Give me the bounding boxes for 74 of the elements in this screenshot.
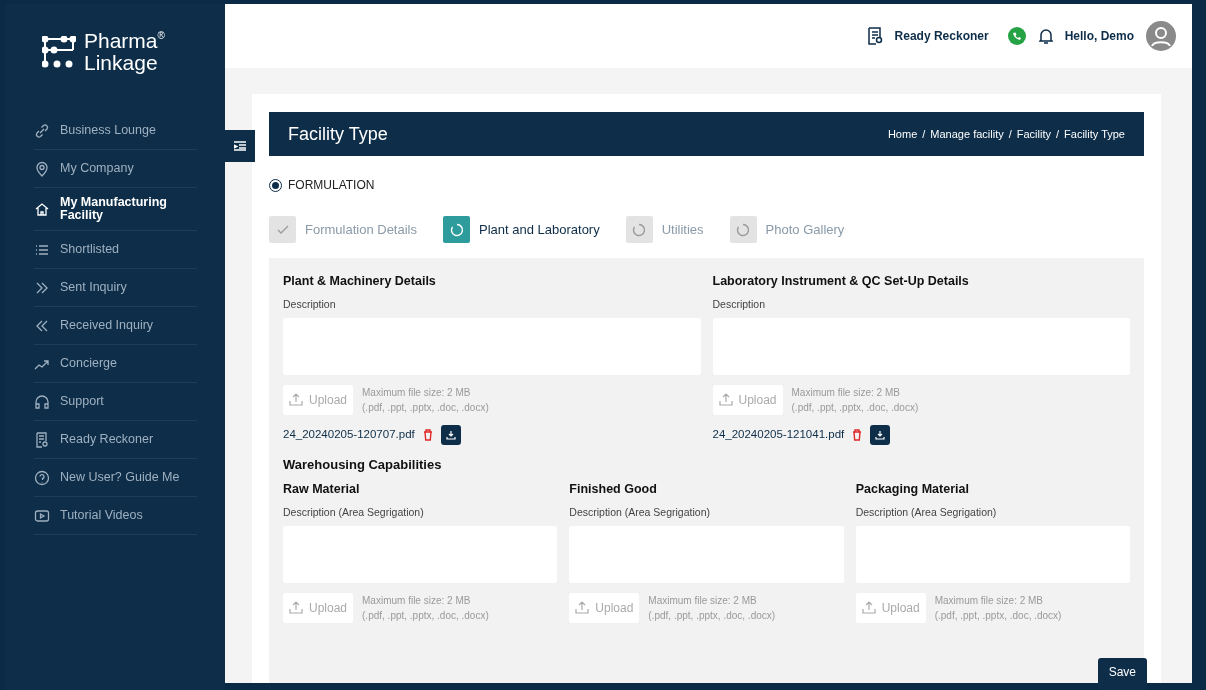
field-label: Description (Area Segrigation)	[283, 504, 425, 520]
user-greeting: Hello, Demo	[1064, 28, 1134, 45]
house-icon	[34, 201, 50, 217]
play-icon	[34, 507, 50, 524]
file-size-hint: Maximum file size: 2 MB	[362, 593, 472, 608]
radio-label: FORMULATION	[288, 177, 375, 194]
sidebar-item[interactable]: Concierge	[34, 345, 197, 383]
download-button[interactable]	[440, 424, 461, 445]
progress-step[interactable]: Plant and Laboratory	[443, 216, 600, 243]
sidebar-item[interactable]: Support	[34, 383, 197, 421]
upload-icon	[289, 393, 303, 406]
sidebar-item[interactable]: Ready Reckoner	[34, 421, 197, 459]
document-icon	[34, 431, 50, 448]
download-button[interactable]	[870, 424, 891, 445]
file-types-hint: (.pdf, .ppt, .pptx, .doc, .docx)	[791, 400, 919, 415]
section-title: Warehousing Capabilities	[283, 455, 443, 474]
file-types-hint: (.pdf, .ppt, .pptx, .doc, .docx)	[362, 400, 489, 415]
subsection-title: Finished Good	[569, 481, 658, 498]
file-size-hint: Maximum file size: 2 MB	[934, 593, 1045, 608]
breadcrumb-separator: /	[1056, 126, 1060, 142]
trash-icon[interactable]	[422, 428, 433, 441]
section-title: Laboratory Instrument & QC Set-Up Details	[712, 273, 970, 290]
ready-reckoner-link[interactable]: Ready Reckoner	[894, 27, 989, 45]
page-title: Facility Type	[288, 122, 388, 146]
field-label: Description	[712, 296, 767, 312]
headphones-icon	[34, 393, 50, 410]
file-types-hint: (.pdf, .ppt, .pptx, .doc, .docx)	[362, 608, 489, 623]
subsection-title: Raw Material	[283, 481, 361, 498]
sidebar-item[interactable]: My Company	[34, 150, 197, 188]
file-size-hint: Maximum file size: 2 MB	[648, 593, 758, 608]
breadcrumb-link[interactable]: Facility Type	[1064, 125, 1125, 143]
download-icon	[875, 429, 886, 440]
file-size-hint: Maximum file size: 2 MB	[791, 385, 901, 400]
file-types-hint: (.pdf, .ppt, .pptx, .doc, .docx)	[648, 608, 776, 623]
sidebar-item[interactable]: Tutorial Videos	[34, 497, 197, 535]
file-types-hint: (.pdf, .ppt, .pptx, .doc, .docx)	[934, 608, 1062, 623]
collapse-menu-button[interactable]	[225, 130, 255, 162]
brand-name: Pharma	[84, 30, 158, 52]
chat-icon[interactable]	[1006, 26, 1027, 46]
trash-icon[interactable]	[852, 428, 863, 441]
location-pin-icon	[34, 160, 50, 177]
sidebar-item[interactable]: My Manufacturing Facility	[34, 188, 197, 231]
breadcrumb-link[interactable]: Manage facility	[930, 125, 1004, 143]
link-icon	[34, 122, 50, 139]
file-size-hint: Maximum file size: 2 MB	[362, 385, 472, 400]
section-title: Plant & Machinery Details	[283, 273, 437, 290]
breadcrumb-link[interactable]: Facility	[1016, 125, 1051, 143]
menu-icon	[234, 141, 246, 151]
field-label: Description (Area Segrigation)	[855, 504, 998, 520]
help-icon	[34, 469, 50, 486]
file-link[interactable]: 24_20240205-120707.pdf	[283, 425, 415, 444]
bell-icon[interactable]	[1038, 27, 1053, 45]
registered-mark: ®	[157, 30, 165, 41]
avatar-icon[interactable]	[1146, 21, 1176, 51]
sidebar-item[interactable]: New User? Guide Me	[34, 459, 197, 497]
subsection-title: Packaging Material	[855, 481, 970, 498]
file-link[interactable]: 24_20240205-121041.pdf	[712, 425, 845, 444]
upload-icon	[575, 601, 590, 614]
sidebar-item[interactable]: Received Inquiry	[34, 307, 197, 345]
upload-icon	[718, 393, 733, 406]
brand-name: Linkage	[84, 52, 159, 74]
breadcrumb-separator: /	[1008, 126, 1012, 142]
logo-icon	[42, 36, 76, 68]
document-icon	[866, 27, 883, 45]
field-label: Description (Area Segrigation)	[569, 504, 711, 520]
download-icon	[445, 429, 456, 440]
breadcrumb-link[interactable]: Home	[887, 125, 918, 143]
breadcrumb-separator: /	[922, 126, 926, 142]
sidebar-item[interactable]: Shortlisted	[34, 231, 197, 269]
upload-icon	[861, 601, 876, 614]
upload-icon	[289, 601, 303, 614]
sidebar-item[interactable]: Sent Inquiry	[34, 269, 197, 307]
sidebar-item[interactable]: Business Lounge	[34, 112, 197, 150]
field-label: Description	[283, 296, 337, 312]
